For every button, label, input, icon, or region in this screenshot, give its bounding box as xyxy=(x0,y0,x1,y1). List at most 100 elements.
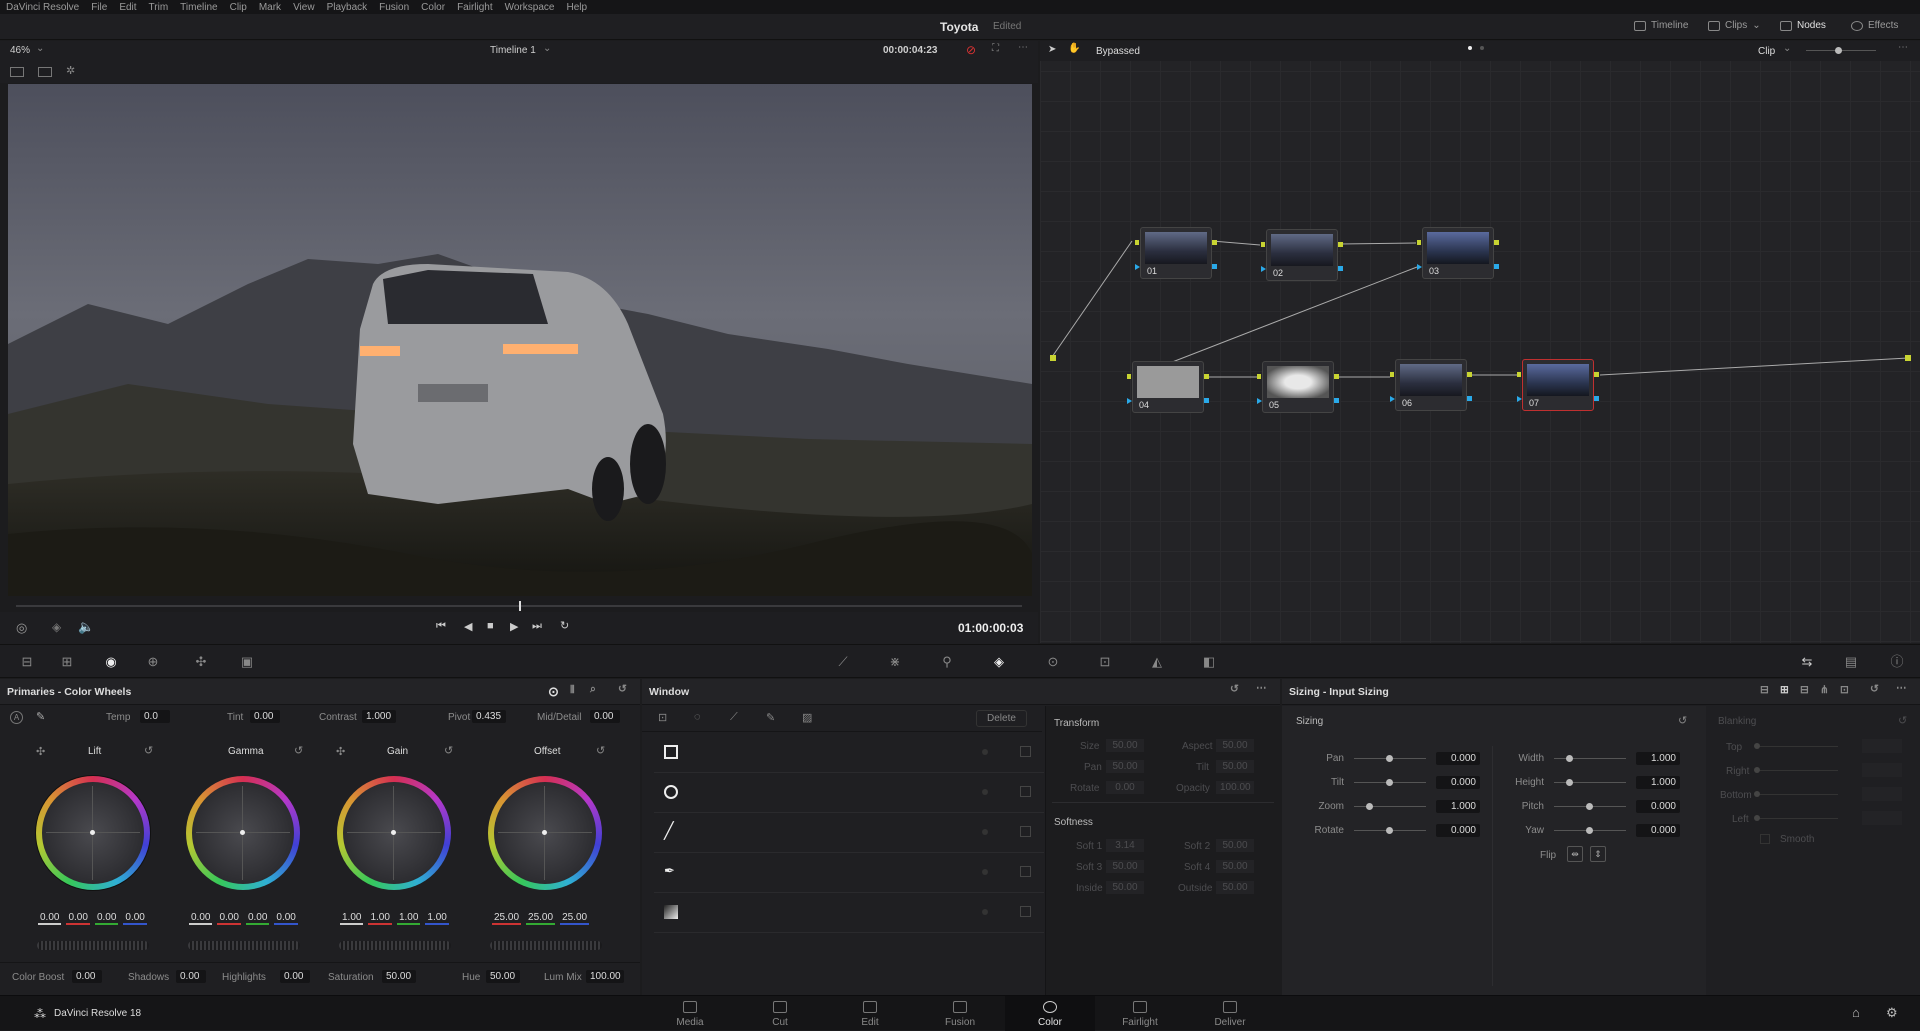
square-window-icon[interactable] xyxy=(664,745,678,759)
nav-fusion[interactable]: Fusion xyxy=(915,996,1005,1031)
pan-value[interactable]: 0.000 xyxy=(1436,752,1480,765)
reset-icon[interactable]: ↺ xyxy=(618,683,627,695)
window-row-linear[interactable]: ╱ xyxy=(654,813,1044,853)
node-07[interactable]: 07 xyxy=(1517,359,1599,411)
node-05[interactable]: 05 xyxy=(1257,361,1339,413)
node-04[interactable]: 04 xyxy=(1127,361,1209,413)
gain-wheel[interactable] xyxy=(337,776,451,890)
home-icon[interactable]: ⌂ xyxy=(1852,1005,1860,1020)
rotate-field[interactable]: 0.00 xyxy=(1106,781,1144,794)
node-graph[interactable]: 01 02 03 04 05 06 07 xyxy=(1040,41,1920,643)
viewer-overlay-icon[interactable]: ◎ xyxy=(16,620,27,636)
stop-icon[interactable]: ■ xyxy=(487,620,494,632)
chevron-down-icon[interactable]: ⌄ xyxy=(36,43,44,54)
menu-clip[interactable]: Clip xyxy=(230,2,247,13)
bars-mode-icon[interactable]: ⦀ xyxy=(570,684,575,697)
width-value[interactable]: 1.000 xyxy=(1636,752,1680,765)
width-control[interactable]: Width 1.000 xyxy=(1500,752,1680,765)
shadows-field[interactable]: 0.00 xyxy=(176,970,206,983)
size-field[interactable]: 50.00 xyxy=(1106,739,1144,752)
node-01[interactable]: 01 xyxy=(1135,227,1217,279)
output-sizing-icon[interactable]: ⊟ xyxy=(1800,684,1809,696)
polygon-window-icon[interactable]: ✒ xyxy=(664,863,675,879)
gamma-b[interactable]: 0.00 xyxy=(274,912,298,925)
menu-help[interactable]: Help xyxy=(566,2,587,13)
yaw-value[interactable]: 0.000 xyxy=(1636,824,1680,837)
node-mode-selector[interactable]: Clip xyxy=(1758,46,1775,57)
add-polygon-icon[interactable]: ✎ xyxy=(766,711,775,724)
timecode-display[interactable]: 00:00:04:23 xyxy=(883,45,937,56)
inside-field[interactable]: 50.00 xyxy=(1106,881,1144,894)
gain-master-slider[interactable] xyxy=(339,941,451,950)
more-options-icon[interactable]: ⋯ xyxy=(1898,42,1908,53)
tilt-control[interactable]: Tilt 0.000 xyxy=(1302,776,1480,789)
soft3-field[interactable]: 50.00 xyxy=(1106,860,1144,873)
lift-y[interactable]: 0.00 xyxy=(38,912,62,925)
gamma-values[interactable]: 0.00 0.00 0.00 0.00 xyxy=(189,912,298,925)
nav-fairlight[interactable]: Fairlight xyxy=(1095,996,1185,1031)
lift-values[interactable]: 0.00 0.00 0.00 0.00 xyxy=(38,912,147,925)
gain-g[interactable]: 1.00 xyxy=(396,912,421,925)
tilt-value[interactable]: 0.000 xyxy=(1436,776,1480,789)
gain-b[interactable]: 1.00 xyxy=(425,912,449,925)
3d-icon[interactable]: ▤ xyxy=(1844,655,1858,669)
lift-b[interactable]: 0.00 xyxy=(123,912,147,925)
lift-picker-icon[interactable]: ✣ xyxy=(36,745,45,758)
highlights-field[interactable]: 0.00 xyxy=(280,970,310,983)
timeline-toggle-button[interactable]: Timeline xyxy=(1634,20,1688,31)
node-input[interactable] xyxy=(1050,355,1056,361)
window-checkbox[interactable] xyxy=(1020,786,1031,797)
page-dot-active[interactable] xyxy=(1468,46,1472,50)
menu-view[interactable]: View xyxy=(293,2,315,13)
zoom-value[interactable]: 1.000 xyxy=(1436,800,1480,813)
page-dot[interactable] xyxy=(1480,46,1484,50)
tilt-field[interactable]: 50.00 xyxy=(1216,760,1254,773)
chevron-down-icon[interactable]: ⌄ xyxy=(543,43,551,54)
pivot-field[interactable]: 0.435 xyxy=(472,710,506,723)
add-gradient-icon[interactable]: ▨ xyxy=(802,711,812,724)
flip-horizontal-icon[interactable]: ⇹ xyxy=(1567,846,1583,862)
viewer-zoom[interactable]: 46% xyxy=(10,45,30,56)
window-checkbox[interactable] xyxy=(1020,826,1031,837)
timeline-selector[interactable]: Timeline 1 xyxy=(490,45,536,56)
gain-picker-icon[interactable]: ✣ xyxy=(336,745,345,758)
node-06[interactable]: 06 xyxy=(1390,359,1472,411)
mid-detail-field[interactable]: 0.00 xyxy=(590,710,620,723)
height-control[interactable]: Height 1.000 xyxy=(1500,776,1680,789)
rotate-control[interactable]: Rotate 0.000 xyxy=(1302,824,1480,837)
color-warper-icon[interactable]: ⋇ xyxy=(888,655,902,669)
menu-davinci[interactable]: DaVinci Resolve xyxy=(6,2,79,13)
menu-playback[interactable]: Playback xyxy=(327,2,368,13)
pan-field[interactable]: 50.00 xyxy=(1106,760,1144,773)
gamma-y[interactable]: 0.00 xyxy=(189,912,213,925)
gradient-window-icon[interactable] xyxy=(664,905,678,919)
node-output[interactable] xyxy=(1905,355,1911,361)
window-icon[interactable]: ◈ xyxy=(992,655,1006,669)
hdr-icon[interactable]: ⊕ xyxy=(146,655,160,669)
skip-to-start-icon[interactable]: ⏮ xyxy=(436,620,446,633)
curves-icon[interactable]: ⟋ xyxy=(836,655,850,669)
height-value[interactable]: 1.000 xyxy=(1636,776,1680,789)
gamma-r[interactable]: 0.00 xyxy=(217,912,241,925)
key-icon[interactable]: ◧ xyxy=(1202,655,1216,669)
offset-b[interactable]: 25.00 xyxy=(560,912,590,925)
menu-timeline[interactable]: Timeline xyxy=(180,2,217,13)
qualifier-icon[interactable]: ⚲ xyxy=(940,655,954,669)
yaw-control[interactable]: Yaw 0.000 xyxy=(1500,824,1680,837)
menu-file[interactable]: File xyxy=(91,2,107,13)
reference-sizing-icon[interactable]: ⊡ xyxy=(1840,684,1849,696)
menu-trim[interactable]: Trim xyxy=(149,2,169,13)
saturation-field[interactable]: 50.00 xyxy=(382,970,416,983)
log-mode-icon[interactable]: ⌕ xyxy=(590,683,596,696)
offset-reset-icon[interactable]: ↺ xyxy=(596,744,605,757)
color-match-icon[interactable]: ⊞ xyxy=(60,655,74,669)
pan-control[interactable]: Pan 0.000 xyxy=(1302,752,1480,765)
offset-values[interactable]: 25.00 25.00 25.00 xyxy=(492,912,590,925)
window-row-circle[interactable] xyxy=(654,773,1044,813)
lum-mix-field[interactable]: 100.00 xyxy=(586,970,624,983)
hand-icon[interactable]: ✋ xyxy=(1068,43,1080,54)
video-viewer[interactable] xyxy=(8,84,1032,596)
offset-master-slider[interactable] xyxy=(490,941,602,950)
node-sizing-icon[interactable]: ⋔ xyxy=(1820,684,1829,696)
reset-icon[interactable]: ↺ xyxy=(1230,683,1239,695)
